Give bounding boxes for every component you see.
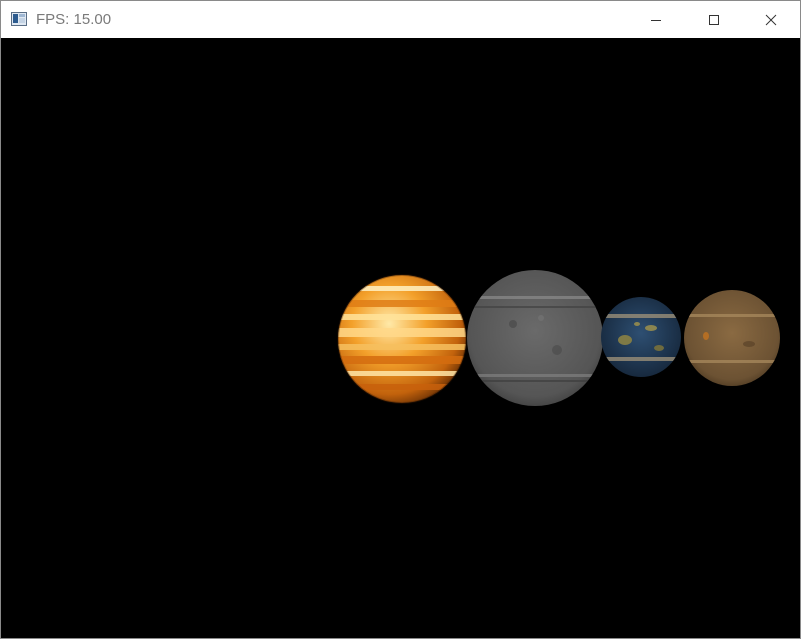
window-title: FPS: 15.00 bbox=[36, 11, 112, 28]
close-icon bbox=[765, 14, 777, 26]
close-button[interactable] bbox=[742, 1, 800, 38]
minimize-icon bbox=[650, 14, 662, 26]
planet-earth bbox=[601, 297, 681, 377]
app-window-icon bbox=[11, 11, 27, 27]
title-bar[interactable]: FPS: 15.00 bbox=[1, 1, 800, 38]
planet-mars bbox=[684, 290, 780, 386]
application-window: FPS: 15.00 bbox=[0, 0, 801, 639]
planet-jupiter bbox=[337, 274, 467, 404]
planet-moon bbox=[467, 270, 603, 406]
render-canvas[interactable] bbox=[1, 38, 800, 638]
maximize-button[interactable] bbox=[685, 1, 743, 38]
minimize-button[interactable] bbox=[627, 1, 685, 38]
maximize-icon bbox=[708, 14, 720, 26]
